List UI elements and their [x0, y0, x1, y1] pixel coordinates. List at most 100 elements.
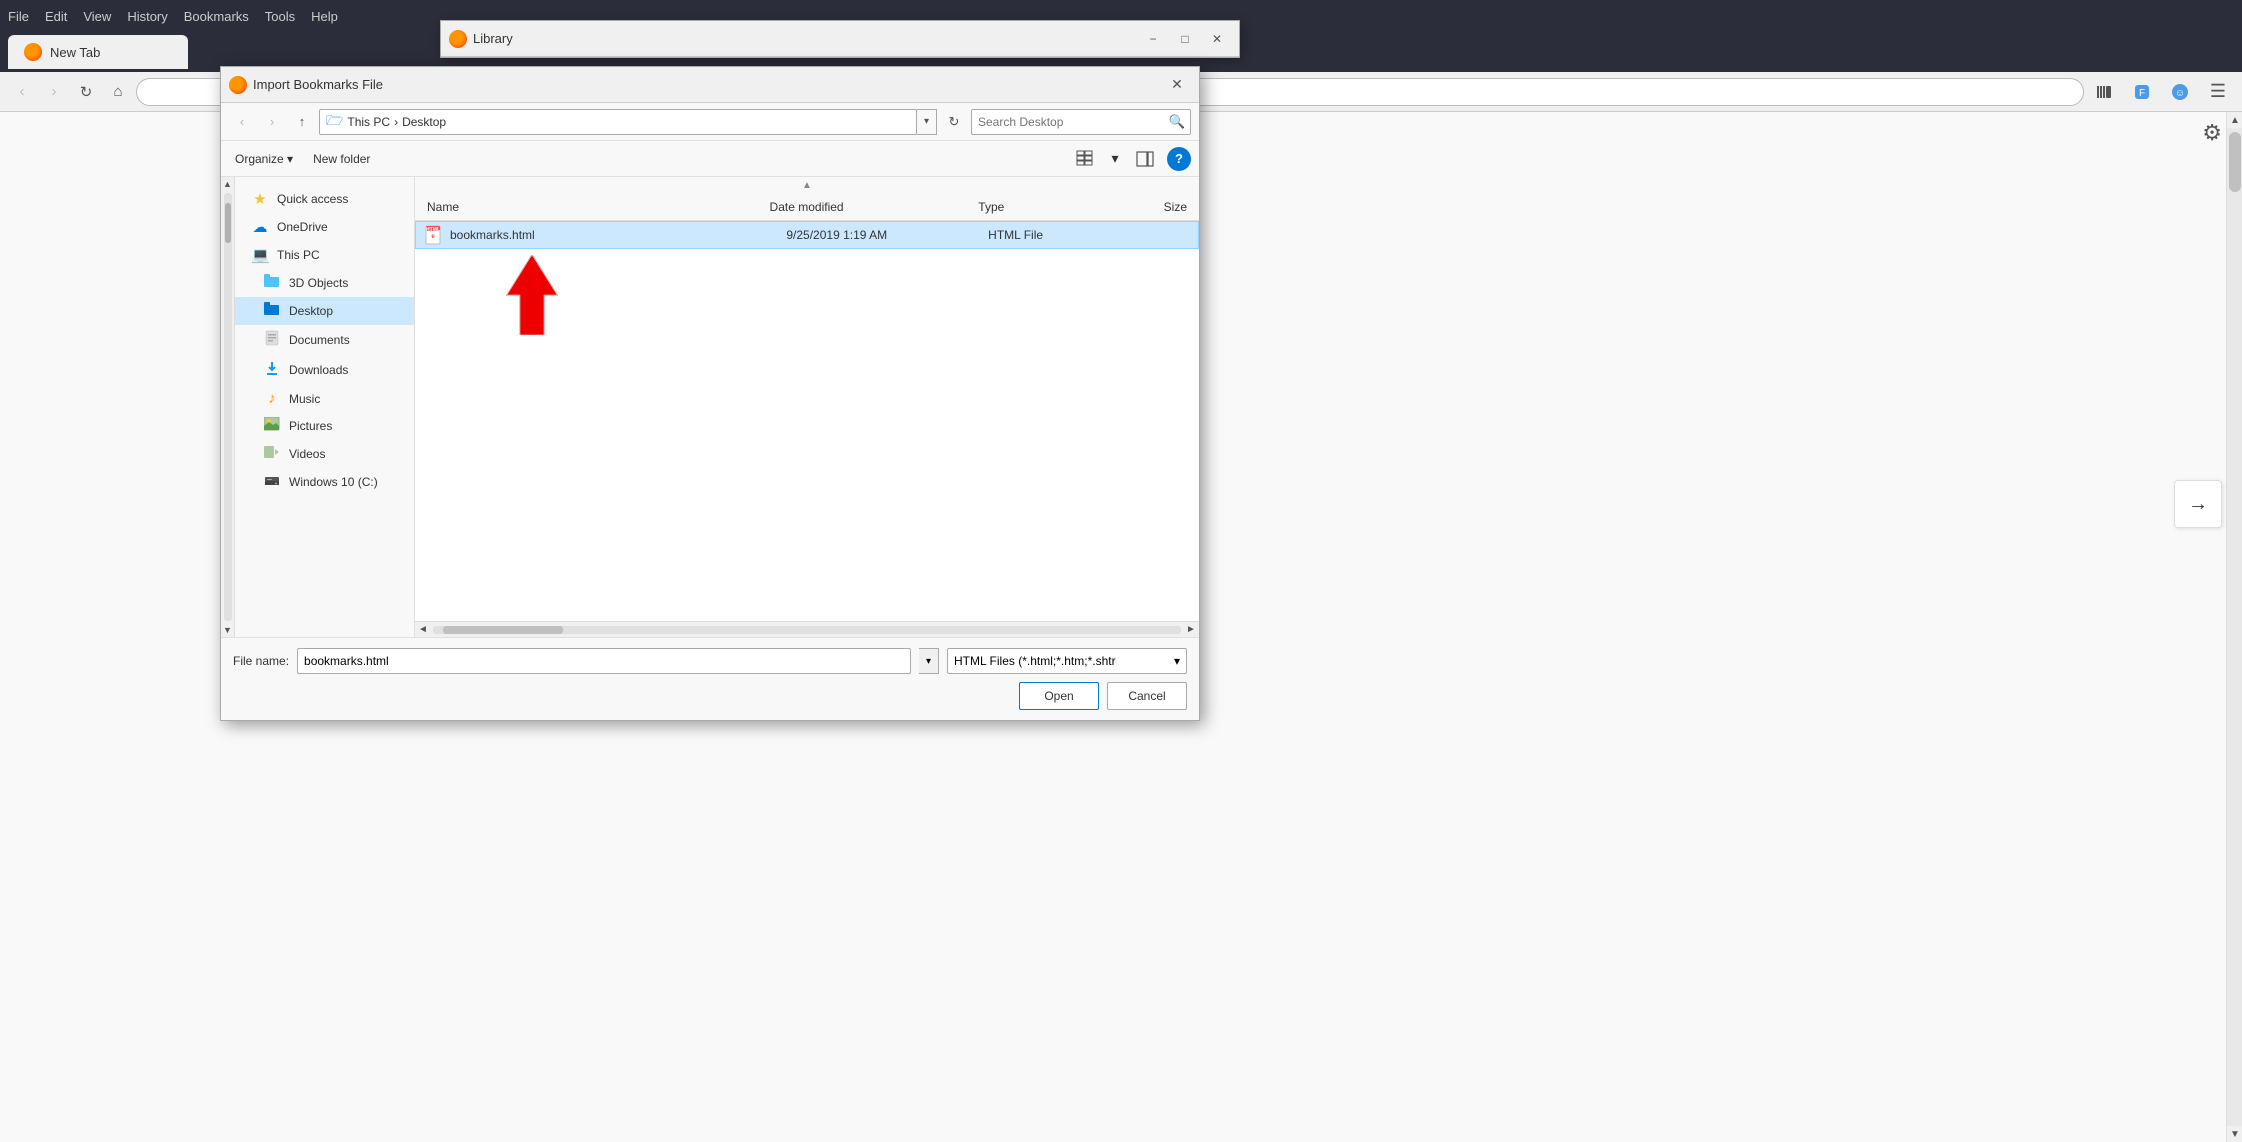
sidebar-label-pictures: Pictures [289, 419, 332, 433]
import-title-icon [229, 76, 247, 94]
sidebar-item-this-pc[interactable]: 💻 This PC [235, 241, 414, 269]
col-header-name[interactable]: Name [423, 200, 766, 214]
search-box: 🔍 [971, 109, 1191, 135]
sidebar-label-music: Music [289, 392, 320, 406]
sync-button[interactable]: F [2126, 76, 2158, 108]
nav-back-button[interactable]: ‹ [8, 78, 36, 106]
grid-view-icon [1076, 150, 1094, 168]
file-name-label: File name: [233, 654, 289, 668]
browser-scrollbar[interactable]: ▲ ▼ [2226, 112, 2242, 1142]
sidebar-item-quick-access[interactable]: ★ Quick access [235, 185, 414, 213]
scroll-down-button[interactable]: ▼ [2227, 1126, 2242, 1142]
file-pane-scroll-up[interactable]: ▲ [415, 177, 1199, 193]
search-input[interactable] [972, 115, 1164, 129]
footer-row2: Open Cancel [233, 682, 1187, 710]
sidebar-item-documents[interactable]: Documents [235, 325, 414, 355]
sidebar-item-pictures[interactable]: Pictures [235, 412, 414, 440]
sidebar-scroll-down-button[interactable]: ▼ [221, 623, 235, 637]
menu-history[interactable]: History [127, 9, 167, 24]
menu-view[interactable]: View [83, 9, 111, 24]
dialog-footer: File name: ▾ HTML Files (*.html;*.htm;*.… [221, 637, 1199, 720]
library-button[interactable] [2088, 76, 2120, 108]
scroll-up-button[interactable]: ▲ [2227, 112, 2242, 128]
sidebar-item-downloads[interactable]: Downloads [235, 355, 414, 385]
menu-edit[interactable]: Edit [45, 9, 67, 24]
organize-button[interactable]: Organize ▾ [229, 150, 299, 168]
sidebar-item-onedrive[interactable]: ☁ OneDrive [235, 213, 414, 241]
sidebar-scroll-up-button[interactable]: ▲ [221, 177, 235, 191]
dialog-refresh-button[interactable]: ↻ [941, 109, 967, 135]
right-arrow-button[interactable]: → [2174, 480, 2222, 528]
sidebar-label-windows-c: Windows 10 (C:) [289, 475, 378, 489]
new-folder-button[interactable]: New folder [307, 150, 376, 168]
library-maximize-button[interactable]: □ [1171, 28, 1199, 50]
dialog-body: ▲ ▼ ★ Quick access ☁ OneDrive [221, 177, 1199, 637]
import-dialog: Import Bookmarks File ✕ ‹ › ↑ 🗁 This PC … [220, 66, 1200, 721]
sidebar-item-desktop[interactable]: Desktop [235, 297, 414, 325]
onedrive-icon: ☁ [251, 218, 269, 236]
nav-reload-button[interactable]: ↻ [72, 78, 100, 106]
svg-text:☺: ☺ [2175, 88, 2185, 99]
file-pane: ▲ Name Date modified Type Size [415, 177, 1199, 637]
library-close-button[interactable]: ✕ [1203, 28, 1231, 50]
music-icon: ♪ [263, 390, 281, 407]
html-file-icon: e HTML [424, 225, 444, 245]
dialog-up-button[interactable]: ↑ [289, 109, 315, 135]
firefox-account-button[interactable]: ☺ [2164, 76, 2196, 108]
file-type: HTML File [988, 228, 1123, 242]
sidebar-item-windows-c[interactable]: Windows 10 (C:) [235, 468, 414, 496]
menu-file[interactable]: File [8, 9, 29, 24]
browser-right-icons: F ☺ ☰ [2088, 76, 2234, 108]
help-button[interactable]: ? [1167, 147, 1191, 171]
pictures-icon [263, 417, 281, 435]
scroll-left-button[interactable]: ◄ [415, 622, 431, 638]
drive-icon [263, 473, 281, 491]
sidebar-scroll-track [224, 193, 232, 621]
breadcrumb-folder-icon: 🗁 [326, 110, 343, 134]
col-header-size[interactable]: Size [1116, 200, 1191, 214]
file-name: bookmarks.html [450, 228, 786, 242]
dialog-back-button[interactable]: ‹ [229, 109, 255, 135]
menu-bookmarks[interactable]: Bookmarks [184, 9, 249, 24]
nav-home-button[interactable]: ⌂ [104, 78, 132, 106]
tab-title: New Tab [50, 45, 100, 60]
sidebar-item-videos[interactable]: Videos [235, 440, 414, 468]
cancel-button[interactable]: Cancel [1107, 682, 1187, 710]
sidebar-item-3d-objects[interactable]: 3D Objects [235, 269, 414, 297]
import-titlebar: Import Bookmarks File ✕ [221, 67, 1199, 103]
file-type-select[interactable]: HTML Files (*.html;*.htm;*.shtr ▾ [947, 648, 1187, 674]
breadcrumb-dropdown-button[interactable]: ▾ [917, 109, 937, 135]
library-minimize-button[interactable]: − [1139, 28, 1167, 50]
col-header-type[interactable]: Type [974, 200, 1116, 214]
search-icon-button[interactable]: 🔍 [1164, 109, 1190, 135]
menu-help[interactable]: Help [311, 9, 338, 24]
menu-button[interactable]: ☰ [2202, 76, 2234, 108]
sidebar-item-music[interactable]: ♪ Music [235, 385, 414, 412]
import-close-button[interactable]: ✕ [1163, 74, 1191, 96]
file-name-dropdown-button[interactable]: ▾ [919, 648, 939, 674]
sidebar-container: ▲ ▼ ★ Quick access ☁ OneDrive [221, 177, 415, 637]
file-name-input[interactable] [297, 648, 911, 674]
breadcrumb-separator1: › [394, 115, 398, 129]
file-row[interactable]: e HTML bookmarks.html 9/25/2019 1:19 AM … [415, 221, 1199, 249]
file-list-header: Name Date modified Type Size [415, 193, 1199, 221]
gear-icon[interactable]: ⚙ [2202, 120, 2222, 146]
scroll-right-button[interactable]: ► [1183, 622, 1199, 638]
nav-forward-button[interactable]: › [40, 78, 68, 106]
menu-tools[interactable]: Tools [265, 9, 295, 24]
view-grid-button[interactable] [1071, 145, 1099, 173]
col-header-date[interactable]: Date modified [766, 200, 975, 214]
library-window-controls: − □ ✕ [1139, 28, 1231, 50]
sidebar-scroll-thumb [225, 203, 231, 243]
view-dropdown-button[interactable]: ▾ [1101, 145, 1129, 173]
preview-pane-button[interactable] [1131, 145, 1159, 173]
library-title-icon [449, 30, 467, 48]
h-scroll-thumb [443, 626, 563, 634]
documents-icon [263, 330, 281, 350]
desktop-icon [263, 302, 281, 320]
scroll-track [2227, 128, 2242, 1126]
browser-tab-newtab[interactable]: New Tab [8, 35, 188, 69]
address-breadcrumb[interactable]: 🗁 This PC › Desktop [319, 109, 917, 135]
open-button[interactable]: Open [1019, 682, 1099, 710]
dialog-forward-button[interactable]: › [259, 109, 285, 135]
